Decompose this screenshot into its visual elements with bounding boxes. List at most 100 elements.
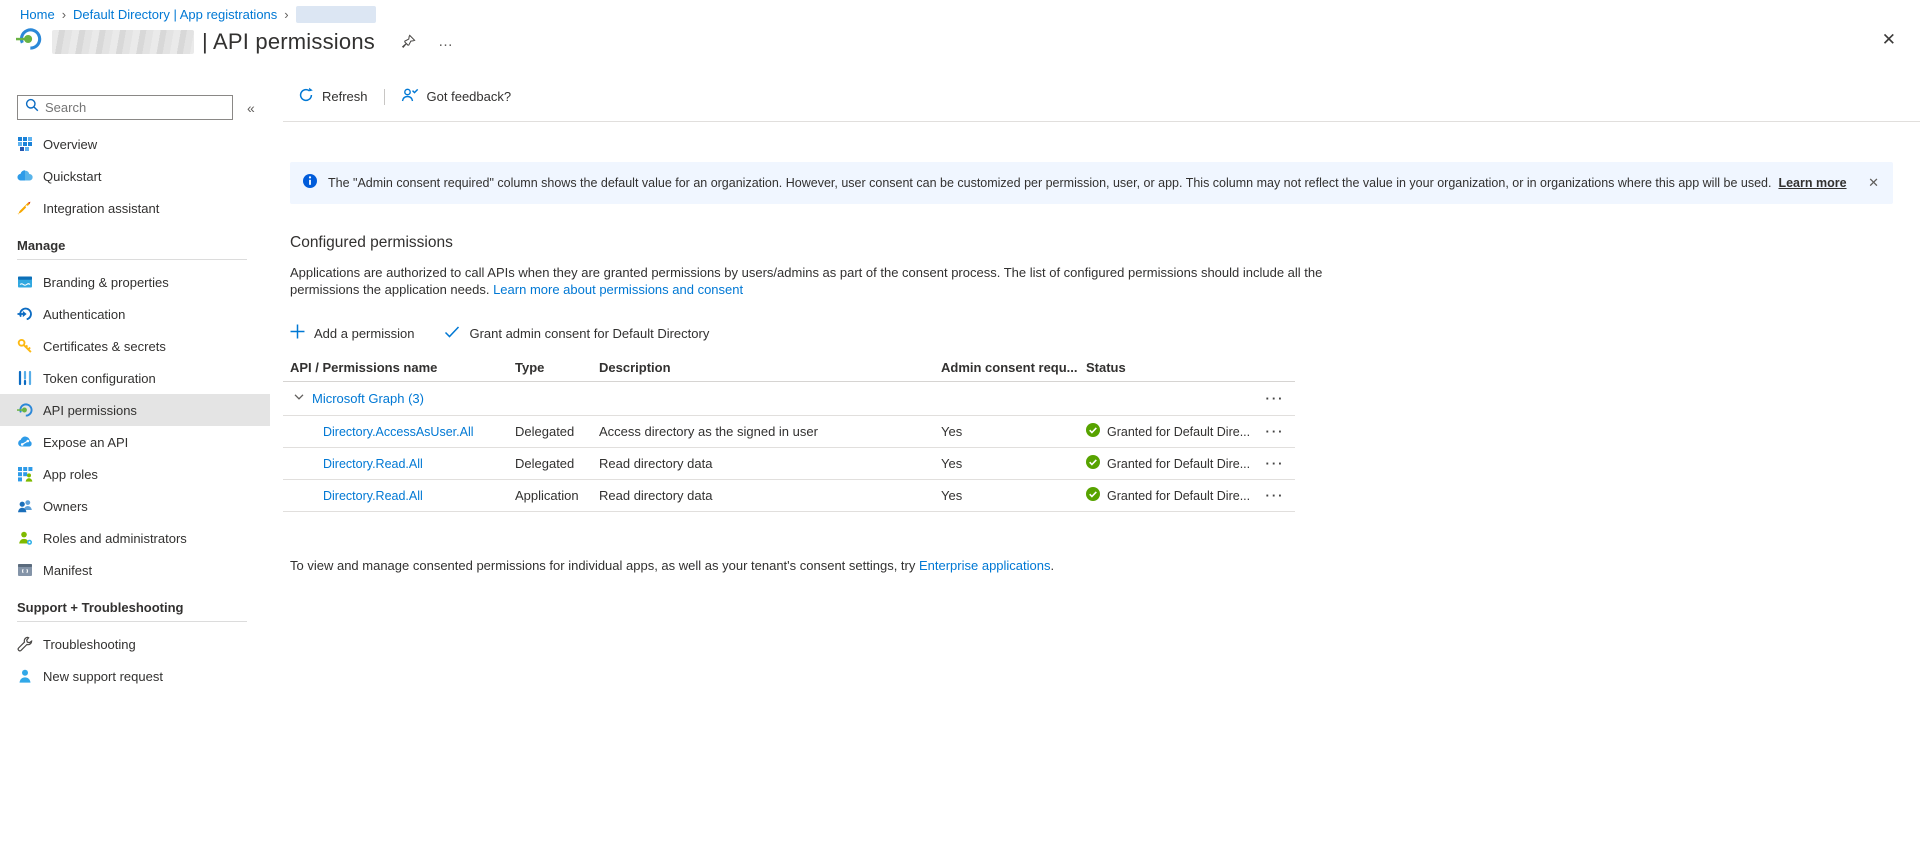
grant-admin-consent-label: Grant admin consent for Default Director… (469, 326, 709, 341)
manifest-icon (17, 562, 33, 578)
api-permissions-app-icon (16, 26, 42, 57)
app-roles-icon (17, 466, 33, 482)
configured-permissions-description: Applications are authorized to call APIs… (290, 264, 1330, 298)
toolbar-divider (384, 89, 385, 105)
refresh-button[interactable]: Refresh (292, 83, 374, 110)
table-row: Directory.Read.All Delegated Read direct… (283, 448, 1295, 480)
sidebar-item-label: Expose an API (43, 435, 128, 450)
sidebar-item-quickstart[interactable]: Quickstart (0, 160, 270, 192)
sidebar-item-branding-properties[interactable]: Branding & properties (0, 266, 270, 298)
quickstart-icon (17, 168, 33, 184)
sidebar-item-new-support-request[interactable]: New support request (0, 660, 270, 692)
status-text: Granted for Default Dire... (1107, 457, 1250, 471)
token-configuration-icon (17, 370, 33, 386)
table-header-row: API / Permissions name Type Description … (283, 354, 1295, 382)
status-cell: Granted for Default Dire... (1086, 455, 1255, 472)
banner-close-icon[interactable]: ✕ (1868, 175, 1879, 191)
footer-text-suffix: . (1051, 558, 1055, 573)
table-row: Directory.AccessAsUser.All Delegated Acc… (283, 416, 1295, 448)
sidebar-item-label: Overview (43, 137, 97, 152)
sidebar-item-app-roles[interactable]: App roles (0, 458, 270, 490)
sidebar-item-label: Branding & properties (43, 275, 169, 290)
sidebar-item-troubleshooting[interactable]: Troubleshooting (0, 628, 270, 660)
breadcrumb: Home › Default Directory | App registrat… (20, 6, 376, 23)
permission-name-link[interactable]: Directory.AccessAsUser.All (283, 425, 515, 439)
col-header-api-permissions-name: API / Permissions name (283, 360, 515, 375)
sidebar-item-label: Authentication (43, 307, 125, 322)
redacted-app-name (52, 30, 194, 54)
breadcrumb-app-registrations[interactable]: Default Directory | App registrations (73, 7, 277, 22)
breadcrumb-separator: › (62, 7, 66, 22)
status-text: Granted for Default Dire... (1107, 425, 1250, 439)
got-feedback-button[interactable]: Got feedback? (395, 83, 518, 110)
grant-admin-consent-button[interactable]: Grant admin consent for Default Director… (444, 326, 709, 341)
row-more-icon[interactable]: ··· (1255, 456, 1295, 471)
sidebar: « Overview Quickstart Integration assist… (0, 72, 283, 868)
col-header-description: Description (599, 360, 941, 375)
roles-administrators-icon (17, 530, 33, 546)
sidebar-item-overview[interactable]: Overview (0, 128, 270, 160)
close-blade-icon[interactable]: ✕ (1882, 30, 1896, 50)
sidebar-item-label: Token configuration (43, 371, 156, 386)
row-more-icon[interactable]: ··· (1255, 488, 1295, 503)
divider (17, 259, 247, 260)
sidebar-item-label: Integration assistant (43, 201, 159, 216)
banner-learn-more-link[interactable]: Learn more (1778, 176, 1846, 190)
sidebar-item-owners[interactable]: Owners (0, 490, 270, 522)
pin-icon[interactable] (401, 34, 416, 49)
permission-type: Application (515, 488, 599, 503)
col-header-type: Type (515, 360, 599, 375)
sidebar-item-certificates-secrets[interactable]: Certificates & secrets (0, 330, 270, 362)
search-input[interactable] (45, 100, 215, 115)
branding-icon (17, 274, 33, 290)
permission-name-link[interactable]: Directory.Read.All (283, 489, 515, 503)
support-person-icon (17, 668, 33, 684)
enterprise-applications-link[interactable]: Enterprise applications (919, 558, 1051, 573)
status-cell: Granted for Default Dire... (1086, 487, 1255, 504)
search-icon (25, 98, 39, 117)
permission-type: Delegated (515, 424, 599, 439)
owners-icon (17, 498, 33, 514)
sidebar-item-manifest[interactable]: Manifest (0, 554, 270, 586)
add-permission-button[interactable]: Add a permission (290, 324, 414, 342)
sidebar-item-roles-administrators[interactable]: Roles and administrators (0, 522, 270, 554)
azure-app-registration-api-permissions-page: Home › Default Directory | App registrat… (0, 0, 1920, 868)
header-more-icon[interactable]: … (438, 33, 454, 50)
add-permission-label: Add a permission (314, 326, 414, 341)
sidebar-item-api-permissions[interactable]: API permissions (0, 394, 270, 426)
status-cell: Granted for Default Dire... (1086, 423, 1255, 440)
collapse-sidebar-icon[interactable]: « (247, 100, 255, 116)
permission-actions: Add a permission Grant admin consent for… (290, 324, 1920, 342)
sidebar-item-label: New support request (43, 669, 163, 684)
sidebar-item-integration-assistant[interactable]: Integration assistant (0, 192, 270, 224)
sidebar-item-authentication[interactable]: Authentication (0, 298, 270, 330)
configured-permissions-heading: Configured permissions (290, 234, 1920, 252)
sidebar-item-label: API permissions (43, 403, 137, 418)
api-group-row: Microsoft Graph (3) ··· (283, 382, 1295, 416)
sidebar-item-token-configuration[interactable]: Token configuration (0, 362, 270, 394)
feedback-icon (401, 87, 419, 106)
sidebar-item-label: Certificates & secrets (43, 339, 166, 354)
api-permissions-icon (17, 402, 33, 418)
breadcrumb-home[interactable]: Home (20, 7, 55, 22)
row-more-icon[interactable]: ··· (1255, 424, 1295, 439)
plus-icon (290, 324, 305, 342)
permissions-consent-learn-link[interactable]: Learn more about permissions and consent (493, 282, 743, 297)
permission-description: Access directory as the signed in user (599, 424, 941, 439)
sidebar-item-expose-an-api[interactable]: Expose an API (0, 426, 270, 458)
certificates-key-icon (17, 338, 33, 354)
chevron-down-icon[interactable] (293, 390, 305, 408)
permission-type: Delegated (515, 456, 599, 471)
table-row: Directory.Read.All Application Read dire… (283, 480, 1295, 512)
footer-text: To view and manage consented permissions… (290, 558, 919, 573)
breadcrumb-separator: › (284, 7, 288, 22)
group-more-icon[interactable]: ··· (1255, 391, 1295, 406)
status-granted-icon (1086, 455, 1100, 472)
microsoft-graph-group-link[interactable]: Microsoft Graph (3) (312, 391, 424, 406)
sidebar-item-label: Manifest (43, 563, 92, 578)
permission-name-link[interactable]: Directory.Read.All (283, 457, 515, 471)
sidebar-item-label: Troubleshooting (43, 637, 136, 652)
refresh-label: Refresh (322, 89, 368, 104)
description-text: Applications are authorized to call APIs… (290, 265, 1322, 297)
integration-assistant-icon (17, 200, 33, 216)
